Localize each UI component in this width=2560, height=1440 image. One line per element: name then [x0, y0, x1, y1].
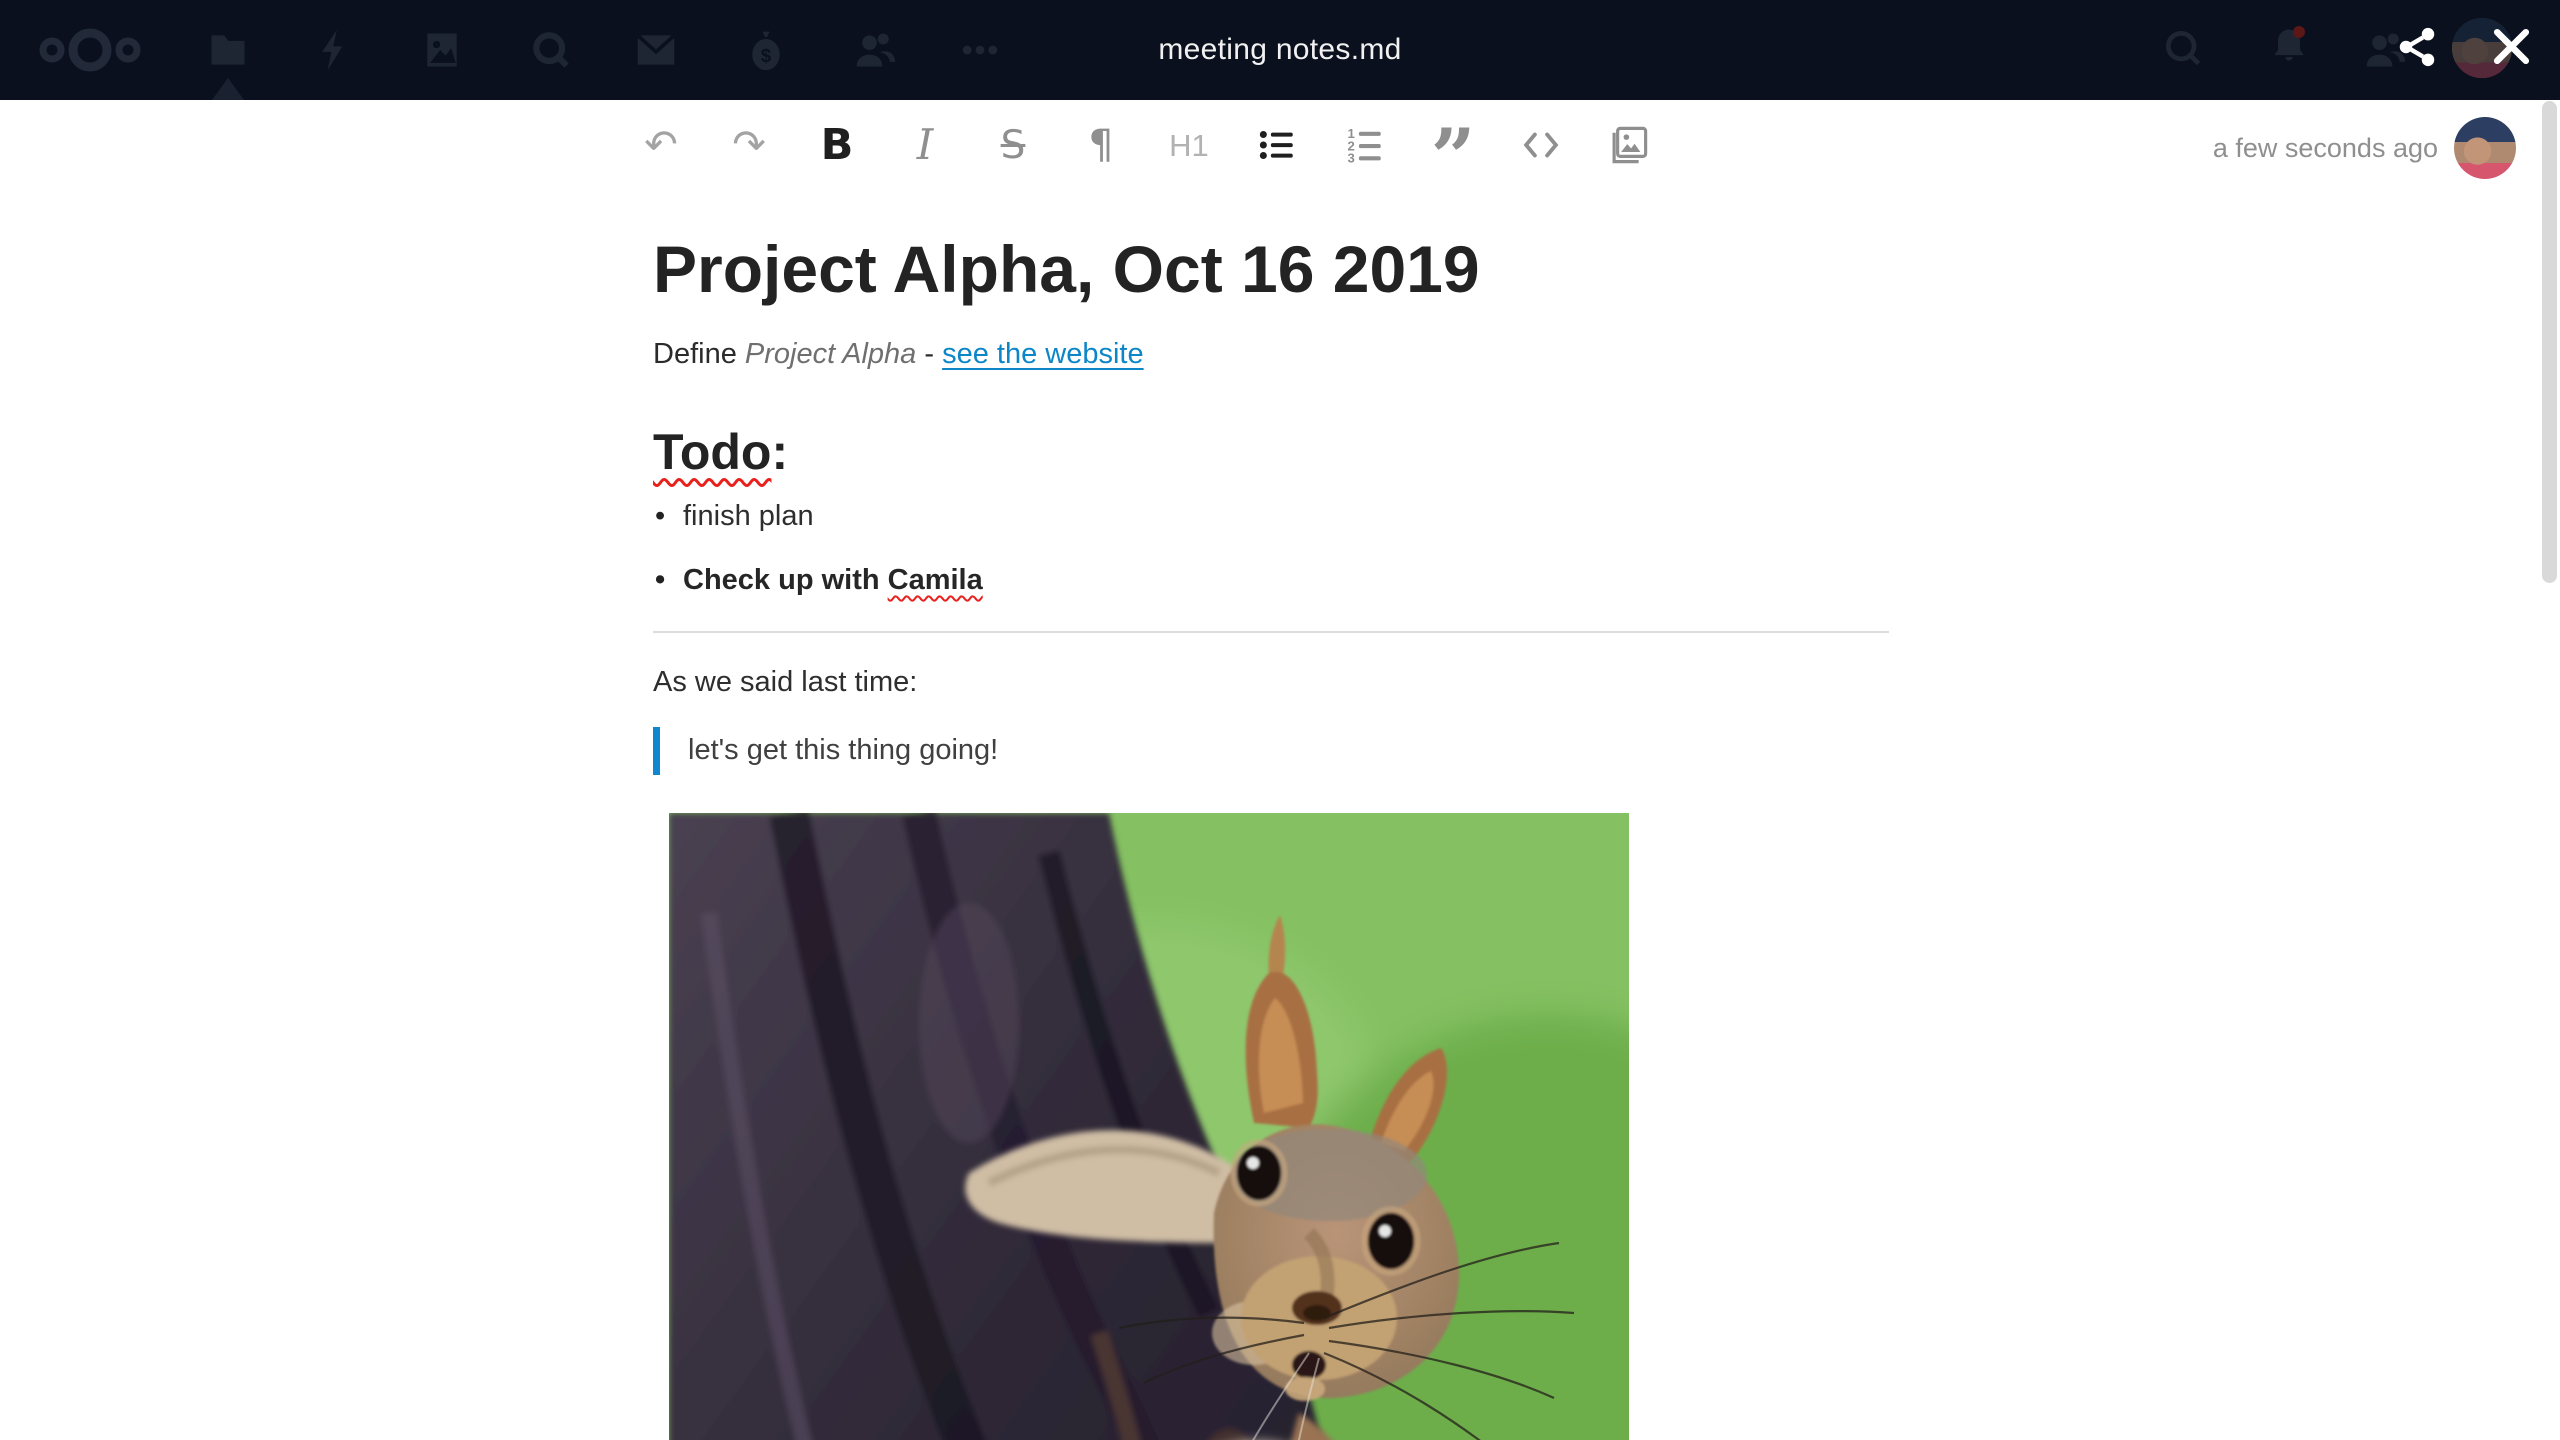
app-window: $ meeting notes.md ↶ ↷ B I S ¶ H1 1 2 3 …: [0, 0, 2560, 1440]
code-block-button[interactable]: [1508, 112, 1574, 178]
doc-paragraph: As we said last time:: [653, 666, 918, 698]
ordered-list-icon: 1 2 3: [1348, 126, 1381, 166]
share-icon[interactable]: [2395, 25, 2439, 69]
doc-intro-paragraph: Define Project Alpha - see the website: [653, 338, 1144, 371]
todo-item-text: Check up with Camila: [683, 564, 983, 597]
redo-button[interactable]: ↷: [716, 112, 782, 178]
horizontal-rule: [653, 631, 1889, 633]
close-icon[interactable]: [2490, 25, 2533, 68]
bullet-dot: •: [655, 500, 666, 532]
todo-item-text: finish plan: [683, 500, 814, 532]
bold-button[interactable]: B: [804, 112, 870, 178]
todo-item-misspelled-name: Camila: [887, 564, 983, 596]
bullet-list-icon: [1259, 131, 1293, 159]
italic-icon: I: [916, 120, 934, 169]
notification-badge: [2293, 26, 2305, 38]
insert-image-button[interactable]: [1596, 112, 1662, 178]
todo-word-misspelled: Todo: [653, 424, 772, 480]
save-status: a few seconds ago: [2213, 100, 2516, 196]
undo-icon: ↶: [644, 122, 678, 168]
heading1-button[interactable]: H1: [1156, 112, 1222, 178]
heading1-icon: H1: [1169, 127, 1209, 163]
redo-icon: ↷: [732, 122, 766, 168]
doc-blockquote: let's get this thing going!: [653, 727, 998, 775]
squirrel-photo[interactable]: [669, 813, 1629, 1440]
intro-separator: -: [916, 338, 943, 370]
code-block-icon: [1523, 132, 1559, 158]
editor-toolbar: ↶ ↷ B I S ¶ H1 1 2 3 ”: [628, 111, 1662, 203]
session-avatar: [2454, 117, 2516, 179]
notifications-bell-icon[interactable]: [2267, 24, 2311, 68]
strikethrough-button[interactable]: S: [980, 112, 1046, 178]
bullet-dot: •: [655, 564, 666, 596]
bullet-list-button[interactable]: [1244, 112, 1310, 178]
todo-heading: Todo:: [653, 423, 788, 481]
intro-emphasis: Project Alpha: [744, 338, 917, 370]
blockquote-text: let's get this thing going!: [688, 734, 999, 766]
svg-text:3: 3: [1348, 151, 1355, 166]
top-header: $ meeting notes.md: [0, 0, 2560, 100]
paragraph-icon: ¶: [1088, 122, 1114, 168]
italic-button[interactable]: I: [892, 112, 958, 178]
todo-colon: :: [771, 424, 789, 480]
todo-item: • finish plan: [655, 500, 814, 533]
scrollbar-thumb[interactable]: [2542, 101, 2557, 583]
paragraph-button[interactable]: ¶: [1068, 112, 1134, 178]
insert-image-icon: [1612, 126, 1648, 164]
intro-lead: Define: [653, 338, 745, 370]
bold-icon: B: [820, 119, 854, 170]
strikethrough-icon: S: [1000, 122, 1026, 168]
todo-item-bold: Check up with: [683, 564, 888, 596]
last-saved-label: a few seconds ago: [2212, 132, 2438, 163]
blockquote-icon: ”: [1430, 111, 1476, 203]
website-link[interactable]: see the website: [942, 338, 1144, 370]
blockquote-border: [653, 727, 660, 775]
header-search-icon[interactable]: [2161, 26, 2205, 70]
ordered-list-button[interactable]: 1 2 3: [1332, 112, 1398, 178]
blockquote-button[interactable]: ”: [1420, 111, 1486, 203]
undo-button[interactable]: ↶: [628, 112, 694, 178]
todo-item: • Check up with Camila: [655, 564, 983, 597]
doc-heading: Project Alpha, Oct 16 2019: [653, 232, 1480, 306]
